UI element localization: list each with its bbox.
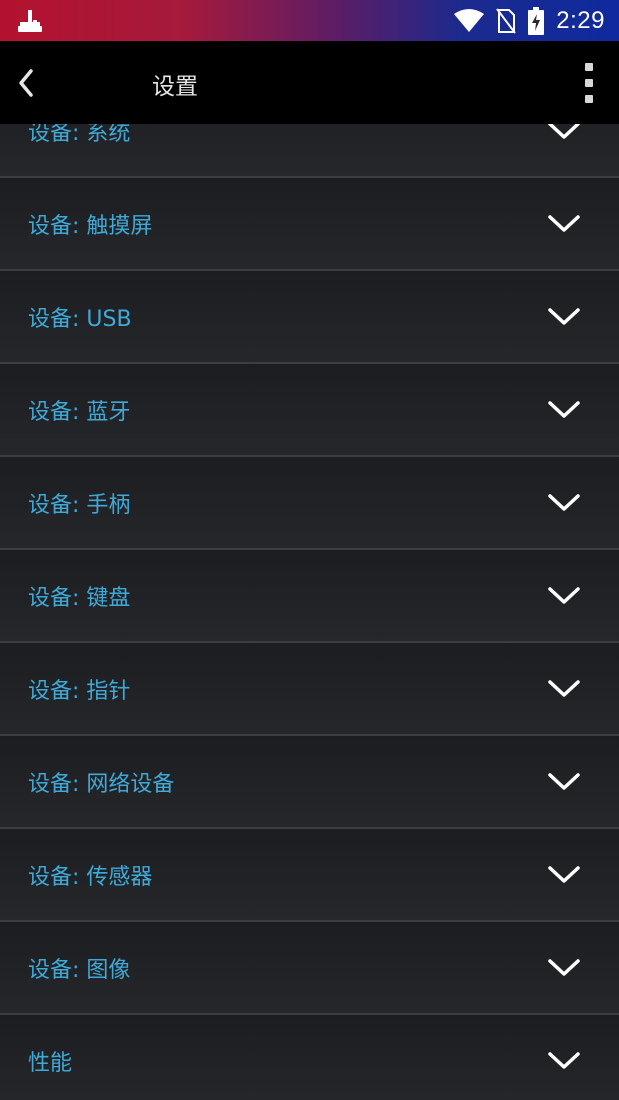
overflow-dot [585, 79, 593, 87]
chevron-down-icon[interactable] [547, 400, 581, 420]
status-bar: 2:29 [0, 0, 619, 41]
settings-category-label: 设备: 传感器 [28, 864, 153, 890]
settings-category-row[interactable]: 设备: USB [0, 271, 619, 364]
no-sim-icon [496, 8, 517, 34]
settings-category-row[interactable]: 设备: 蓝牙 [0, 364, 619, 457]
settings-category-row[interactable]: 设备: 传感器 [0, 829, 619, 922]
joystick-icon [18, 10, 42, 32]
app-bar: 设置 [0, 41, 619, 124]
wifi-icon [454, 9, 485, 32]
status-time: 2:29 [556, 7, 605, 34]
chevron-down-icon[interactable] [547, 772, 581, 792]
settings-category-label: 设备: 触摸屏 [28, 213, 153, 239]
settings-category-label: 性能 [28, 1050, 73, 1076]
settings-category-row[interactable]: 设备: 触摸屏 [0, 178, 619, 271]
back-button[interactable] [6, 55, 46, 111]
chevron-down-icon[interactable] [547, 1051, 581, 1071]
chevron-down-icon[interactable] [547, 307, 581, 327]
battery-charging-icon [528, 7, 545, 35]
settings-category-row[interactable]: 性能 [0, 1015, 619, 1100]
settings-category-label: 设备: 系统 [28, 124, 131, 146]
settings-category-row[interactable]: 设备: 键盘 [0, 550, 619, 643]
settings-category-label: 设备: 键盘 [28, 585, 131, 611]
settings-list[interactable]: 设备: 系统 设备: 触摸屏 设备: USB 设备: 蓝牙 设备: 手柄 设备:… [0, 124, 619, 1100]
settings-category-label: 设备: 蓝牙 [28, 399, 131, 425]
chevron-down-icon[interactable] [547, 586, 581, 606]
page-title: 设置 [152, 74, 198, 100]
chevron-down-icon[interactable] [547, 679, 581, 699]
settings-category-label: 设备: 图像 [28, 957, 131, 983]
settings-category-row[interactable]: 设备: 手柄 [0, 457, 619, 550]
chevron-left-icon [19, 69, 33, 97]
settings-category-row[interactable]: 设备: 网络设备 [0, 736, 619, 829]
settings-list-inner: 设备: 系统 设备: 触摸屏 设备: USB 设备: 蓝牙 设备: 手柄 设备:… [0, 124, 619, 1100]
chevron-down-icon[interactable] [547, 865, 581, 885]
settings-category-label: 设备: 指针 [28, 678, 131, 704]
settings-category-row[interactable]: 设备: 指针 [0, 643, 619, 736]
overflow-dot [585, 95, 593, 103]
overflow-menu-icon [585, 63, 593, 71]
settings-category-row[interactable]: 设备: 图像 [0, 922, 619, 1015]
chevron-down-icon[interactable] [547, 214, 581, 234]
overflow-menu-button[interactable] [581, 63, 597, 103]
chevron-down-icon[interactable] [547, 493, 581, 513]
settings-category-label: 设备: 网络设备 [28, 771, 175, 797]
settings-category-label: 设备: USB [28, 306, 132, 332]
settings-category-row[interactable]: 设备: 系统 [0, 124, 619, 178]
chevron-down-icon[interactable] [547, 124, 581, 141]
chevron-down-icon[interactable] [547, 958, 581, 978]
settings-category-label: 设备: 手柄 [28, 492, 131, 518]
status-icons: 2:29 [454, 5, 605, 37]
